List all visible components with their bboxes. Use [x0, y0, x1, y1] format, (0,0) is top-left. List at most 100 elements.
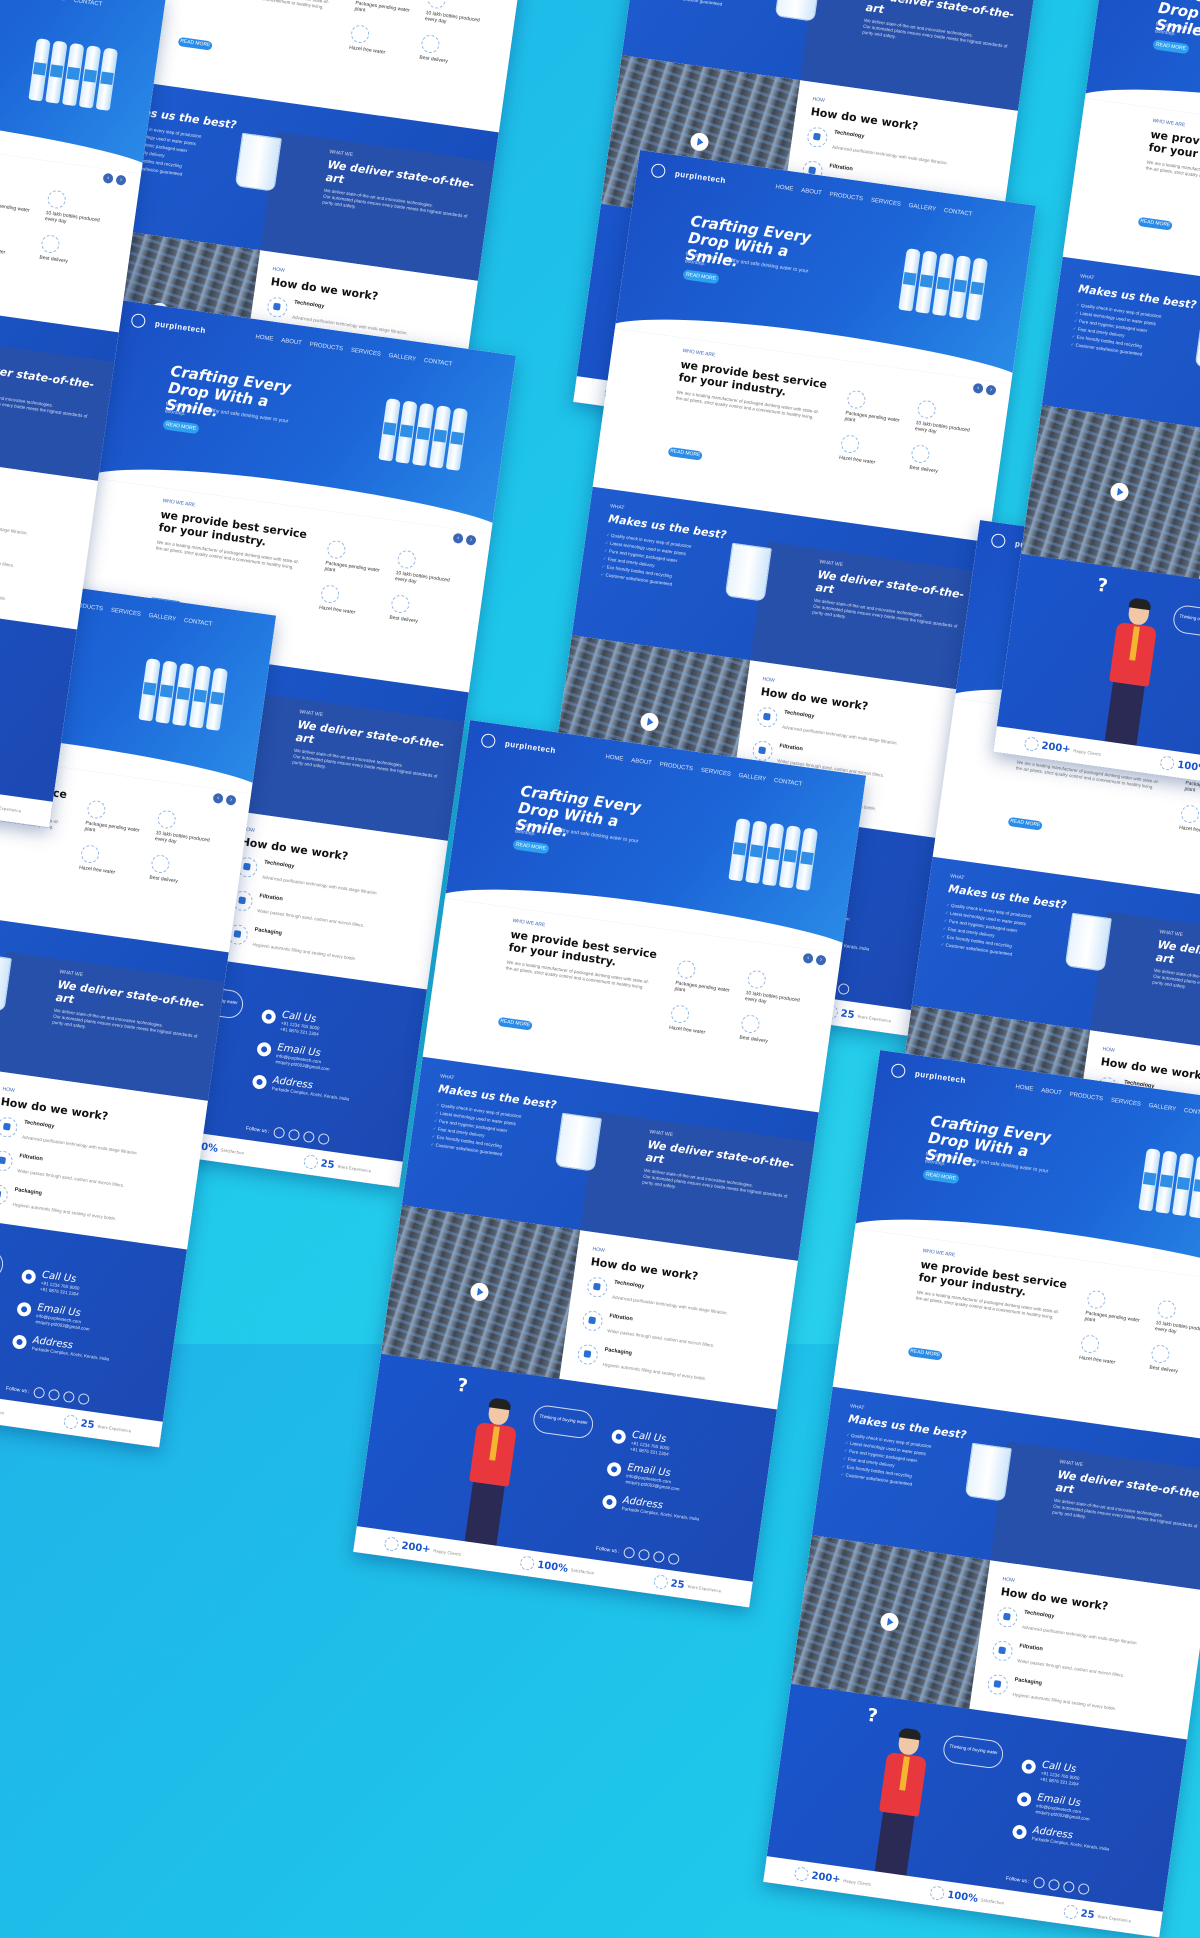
facebook-icon[interactable] — [272, 1126, 286, 1139]
nav-item-contact[interactable]: CONTACT — [1184, 1108, 1200, 1118]
hero-read-more-button[interactable]: READ MORE — [922, 1169, 960, 1185]
play-icon[interactable] — [689, 131, 710, 153]
nav-item-home[interactable]: HOME — [775, 184, 794, 192]
next-arrow-icon[interactable]: › — [225, 794, 237, 806]
service-read-more-button[interactable]: READ MORE — [177, 36, 213, 51]
stat-item: 10 lakh bottles produced every day — [744, 969, 807, 1010]
next-arrow-icon[interactable]: › — [465, 534, 477, 546]
technology-icon — [586, 1275, 609, 1299]
instagram-icon[interactable] — [1047, 1878, 1061, 1892]
nav-item-about[interactable]: ABOUT — [1041, 1088, 1062, 1097]
service-read-more-button[interactable]: READ MORE — [667, 446, 703, 461]
instagram-icon[interactable] — [637, 1548, 651, 1562]
play-icon[interactable] — [469, 1281, 490, 1303]
service-read-more-button[interactable]: READ MORE — [1007, 816, 1043, 831]
next-arrow-icon[interactable]: › — [115, 174, 127, 186]
twitter-icon[interactable] — [837, 982, 850, 996]
nav-item-products[interactable]: PRODUCTS — [659, 762, 693, 773]
instagram-icon[interactable] — [47, 1388, 61, 1402]
truck-icon — [40, 233, 61, 255]
prev-arrow-icon[interactable]: ‹ — [802, 952, 814, 965]
stat-item: Packages pending water plant — [674, 959, 737, 1000]
nav-item-gallery[interactable]: GALLERY — [908, 203, 936, 213]
technology-icon — [0, 1115, 19, 1139]
brand-logo[interactable]: purplnetech — [674, 169, 726, 185]
play-icon[interactable] — [639, 711, 660, 733]
factory-video[interactable] — [1020, 405, 1200, 579]
brand-logo[interactable]: purplnetech — [504, 739, 556, 755]
play-icon[interactable] — [879, 1611, 900, 1633]
nav-item-contact[interactable]: CONTACT — [774, 778, 803, 788]
nav-item-gallery[interactable]: GALLERY — [38, 0, 66, 3]
logo-icon — [890, 1062, 907, 1079]
nav-item-products[interactable]: PRODUCTS — [1069, 1092, 1103, 1103]
nav-item-about[interactable]: ABOUT — [281, 338, 302, 347]
service-read-more-button[interactable]: READ MORE — [497, 1016, 533, 1031]
nav-item-contact[interactable]: CONTACT — [424, 358, 453, 368]
calendar-icon — [62, 1414, 79, 1430]
facebook-icon[interactable] — [1032, 1876, 1046, 1889]
prev-arrow-icon[interactable]: ‹ — [102, 172, 114, 185]
twitter-icon[interactable] — [317, 1132, 330, 1146]
nav-item-contact[interactable]: CONTACT — [184, 618, 213, 628]
service-read-more-button[interactable]: READ MORE — [1137, 216, 1173, 231]
prev-arrow-icon[interactable]: ‹ — [452, 532, 464, 545]
next-arrow-icon[interactable]: › — [985, 384, 997, 396]
nav-item-about[interactable]: ABOUT — [801, 188, 822, 197]
contact-info: Call Us+91 1234 765 9000+91 9876 321 230… — [600, 1427, 761, 1540]
nav-item-services[interactable]: SERVICES — [870, 198, 901, 208]
facebook-icon[interactable] — [622, 1546, 636, 1559]
hero-read-more-button[interactable]: READ MORE — [682, 269, 720, 285]
service-stats: Packages pending water plant 10 lakh bot… — [319, 539, 458, 628]
hero-read-more-button[interactable]: READ MORE — [162, 419, 200, 435]
truck-icon — [740, 1013, 761, 1035]
location-icon — [11, 1334, 28, 1350]
brand-logo[interactable]: purplnetech — [914, 1069, 966, 1085]
counters-bar: 200+Happy Clients 100%Satisfaction 25Yea… — [0, 1366, 163, 1448]
nav-item-contact[interactable]: CONTACT — [944, 208, 973, 218]
twitter-icon[interactable] — [1077, 1882, 1090, 1896]
service-read-more-button[interactable]: READ MORE — [907, 1346, 943, 1361]
nav-item-products[interactable]: PRODUCTS — [829, 192, 863, 203]
factory-video[interactable] — [380, 1205, 581, 1379]
question-mark-icon: ? — [455, 1374, 470, 1398]
youtube-icon[interactable] — [62, 1390, 75, 1404]
hero-read-more-button[interactable]: READ MORE — [1152, 39, 1190, 55]
youtube-icon[interactable] — [652, 1550, 665, 1564]
prev-arrow-icon[interactable]: ‹ — [972, 382, 984, 395]
technology-icon — [266, 295, 289, 319]
nav-item-home[interactable]: HOME — [255, 334, 274, 342]
nav-item-services[interactable]: SERVICES — [110, 608, 141, 618]
youtube-icon[interactable] — [302, 1130, 315, 1144]
nav-item-gallery[interactable]: GALLERY — [148, 613, 176, 623]
nav-item-products[interactable]: PRODUCTS — [309, 342, 343, 353]
factory-video[interactable] — [790, 1535, 991, 1709]
twitter-icon[interactable] — [77, 1392, 90, 1406]
twitter-icon[interactable] — [667, 1552, 680, 1566]
prev-arrow-icon[interactable]: ‹ — [212, 792, 224, 805]
drop-icon — [1079, 1333, 1101, 1355]
nav-item-services[interactable]: SERVICES — [350, 348, 381, 358]
nav-item-gallery[interactable]: GALLERY — [388, 353, 416, 363]
counter-years: 25Years Experience — [62, 1414, 132, 1437]
hero-read-more-button[interactable]: READ MORE — [512, 839, 550, 855]
contact-info: Call Us+91 1234 765 9000+91 9876 321 230… — [0, 647, 62, 760]
logo-icon — [130, 312, 147, 329]
stat-item: Hazel free water — [1179, 803, 1200, 839]
counter-satisfaction: 100%Satisfaction — [1159, 755, 1200, 779]
nav-item-gallery[interactable]: GALLERY — [1148, 1103, 1176, 1113]
youtube-icon[interactable] — [1062, 1880, 1075, 1894]
play-icon[interactable] — [1109, 481, 1130, 503]
nav-item-services[interactable]: SERVICES — [700, 768, 731, 778]
instagram-icon[interactable] — [287, 1128, 301, 1142]
nav-item-home[interactable]: HOME — [605, 754, 624, 762]
nav-item-services[interactable]: SERVICES — [1110, 1098, 1141, 1108]
next-arrow-icon[interactable]: › — [815, 954, 827, 966]
nav-item-gallery[interactable]: GALLERY — [738, 773, 766, 783]
nav-item-about[interactable]: ABOUT — [631, 758, 652, 767]
nav-item-home[interactable]: HOME — [1015, 1084, 1034, 1092]
contact-info: Call Us+91 1234 765 9000+91 9876 321 230… — [1010, 1757, 1171, 1870]
facebook-icon[interactable] — [32, 1386, 46, 1399]
brand-logo[interactable]: purplnetech — [154, 319, 206, 335]
nav-item-contact[interactable]: CONTACT — [74, 0, 103, 8]
